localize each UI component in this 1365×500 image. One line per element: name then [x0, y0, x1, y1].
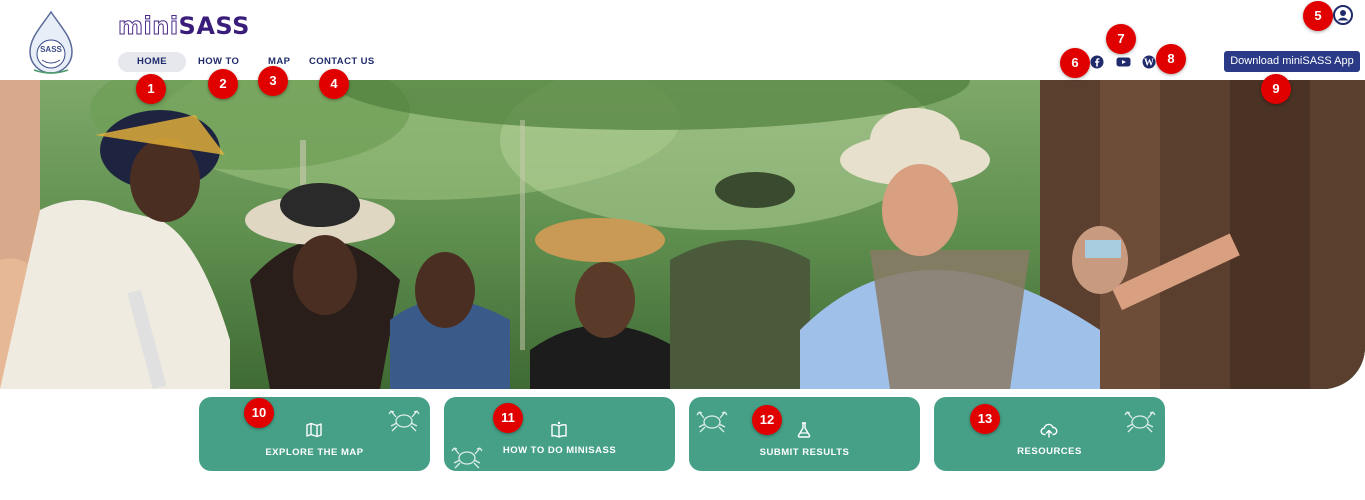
- crab-icon: [388, 410, 420, 432]
- annotation-badge: 4: [319, 69, 349, 99]
- card-label: RESOURCES: [1017, 446, 1082, 457]
- brand-wordmark[interactable]: miniSASS: [118, 12, 250, 41]
- annotation-badge: 12: [752, 405, 782, 435]
- flask-icon: [797, 422, 811, 438]
- annotation-badge: 2: [208, 69, 238, 99]
- brand-prefix: mini: [118, 12, 179, 41]
- crab-icon: [696, 411, 728, 433]
- wordpress-icon[interactable]: W: [1142, 55, 1156, 69]
- map-icon: [306, 422, 322, 438]
- logo-text: SASS: [40, 45, 62, 54]
- nav-home[interactable]: HOME: [118, 52, 186, 72]
- nav-contact-us[interactable]: CONTACT US: [309, 52, 375, 72]
- card-how-to-do-minisass[interactable]: HOW TO DO MINISASS: [444, 397, 675, 471]
- annotation-badge: 3: [258, 66, 288, 96]
- brand-suffix: SASS: [178, 12, 250, 40]
- annotation-badge: 13: [970, 404, 1000, 434]
- facebook-icon[interactable]: [1090, 55, 1104, 69]
- annotation-badge: 1: [136, 74, 166, 104]
- card-explore-map[interactable]: EXPLORE THE MAP: [199, 397, 430, 471]
- annotation-badge: 9: [1261, 74, 1291, 104]
- youtube-icon[interactable]: [1116, 55, 1131, 69]
- annotation-badge: 6: [1060, 48, 1090, 78]
- annotation-badge: 10: [244, 398, 274, 428]
- cloud-upload-icon: [1040, 423, 1058, 438]
- card-submit-results[interactable]: SUBMIT RESULTS: [689, 397, 920, 471]
- annotation-badge: 8: [1156, 44, 1186, 74]
- svg-text:W: W: [1144, 58, 1154, 69]
- minisass-logo[interactable]: SASS: [24, 10, 78, 76]
- card-label: EXPLORE THE MAP: [265, 447, 364, 458]
- annotation-badge: 7: [1106, 24, 1136, 54]
- crab-icon: [451, 447, 483, 469]
- hero-banner: [0, 80, 1365, 389]
- hero-photo: [0, 80, 1365, 389]
- open-book-icon: [551, 421, 567, 438]
- annotation-badge: 5: [1303, 1, 1333, 31]
- user-account-icon[interactable]: [1333, 5, 1353, 25]
- annotation-badge: 11: [493, 403, 523, 433]
- download-app-button[interactable]: Download miniSASS App: [1224, 51, 1360, 72]
- card-label: SUBMIT RESULTS: [759, 447, 850, 458]
- card-resources[interactable]: RESOURCES: [934, 397, 1165, 471]
- crab-icon: [1124, 411, 1156, 433]
